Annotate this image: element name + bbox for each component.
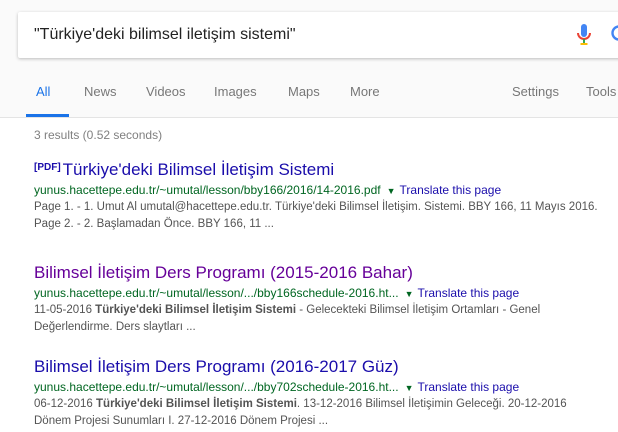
search-tabs: All News Videos Images Maps More Setting…	[0, 78, 618, 118]
search-result: Bilimsel İletişim Ders Programı (2015-20…	[34, 263, 604, 336]
pdf-tag: [PDF]	[34, 162, 61, 173]
snippet-highlight: Türkiye'deki Bilimsel İletişim Sistemi	[96, 398, 297, 410]
result-title: Türkiye'deki Bilimsel İletişim Sistemi	[62, 160, 335, 179]
result-title-link[interactable]: Bilimsel İletişim Ders Programı (2015-20…	[34, 263, 604, 283]
mic-icon[interactable]	[576, 23, 592, 47]
result-url: yunus.hacettepe.edu.tr/~umutal/lesson/..…	[34, 286, 399, 300]
active-tab-indicator	[26, 114, 69, 117]
tab-settings[interactable]: Settings	[512, 84, 559, 99]
search-icon[interactable]	[610, 24, 618, 46]
result-url-line: yunus.hacettepe.edu.tr/~umutal/lesson/..…	[34, 286, 604, 300]
caret-down-icon[interactable]: ▼	[405, 383, 414, 393]
result-title: Bilimsel İletişim Ders Programı (2016-20…	[34, 357, 399, 376]
result-stats: 3 results (0.52 seconds)	[34, 128, 163, 142]
snippet-text: Page 1. - 1. Umut Al umutal@hacettepe.ed…	[34, 201, 598, 230]
result-url: yunus.hacettepe.edu.tr/~umutal/lesson/..…	[34, 380, 399, 394]
result-title: Bilimsel İletişim Ders Programı (2015-20…	[34, 263, 413, 282]
tab-tools[interactable]: Tools	[586, 84, 616, 99]
translate-link[interactable]: Translate this page	[418, 286, 520, 300]
search-input[interactable]	[34, 12, 534, 58]
translate-link[interactable]: Translate this page	[418, 380, 520, 394]
snippet-text: 11-05-2016	[34, 304, 96, 316]
search-box	[18, 12, 618, 58]
search-header: All News Videos Images Maps More Setting…	[0, 0, 618, 118]
result-snippet: Page 1. - 1. Umut Al umutal@hacettepe.ed…	[34, 199, 604, 233]
tab-news[interactable]: News	[84, 84, 117, 99]
search-result: [PDF] Türkiye'deki Bilimsel İletişim Sist…	[34, 160, 604, 233]
caret-down-icon[interactable]: ▼	[387, 186, 396, 196]
result-url-line: yunus.hacettepe.edu.tr/~umutal/lesson/..…	[34, 380, 604, 394]
tab-videos[interactable]: Videos	[146, 84, 186, 99]
result-snippet: 11-05-2016 Türkiye'deki Bilimsel İletişi…	[34, 302, 604, 336]
tab-all[interactable]: All	[36, 84, 50, 99]
caret-down-icon[interactable]: ▼	[405, 289, 414, 299]
snippet-text: 06-12-2016	[34, 398, 97, 410]
result-url: yunus.hacettepe.edu.tr/~umutal/lesson/bb…	[34, 183, 381, 197]
tab-maps[interactable]: Maps	[288, 84, 320, 99]
result-snippet: 06-12-2016 Türkiye'deki Bilimsel İletişi…	[34, 396, 604, 430]
result-url-line: yunus.hacettepe.edu.tr/~umutal/lesson/bb…	[34, 183, 604, 197]
translate-link[interactable]: Translate this page	[400, 183, 502, 197]
tab-images[interactable]: Images	[214, 84, 257, 99]
result-title-link[interactable]: [PDF] Türkiye'deki Bilimsel İletişim Sist…	[34, 160, 604, 180]
result-title-link[interactable]: Bilimsel İletişim Ders Programı (2016-20…	[34, 357, 604, 377]
tab-more[interactable]: More	[350, 84, 380, 99]
snippet-highlight: Türkiye'deki Bilimsel İletişim Sistemi	[95, 304, 297, 316]
search-result: Bilimsel İletişim Ders Programı (2016-20…	[34, 357, 604, 430]
